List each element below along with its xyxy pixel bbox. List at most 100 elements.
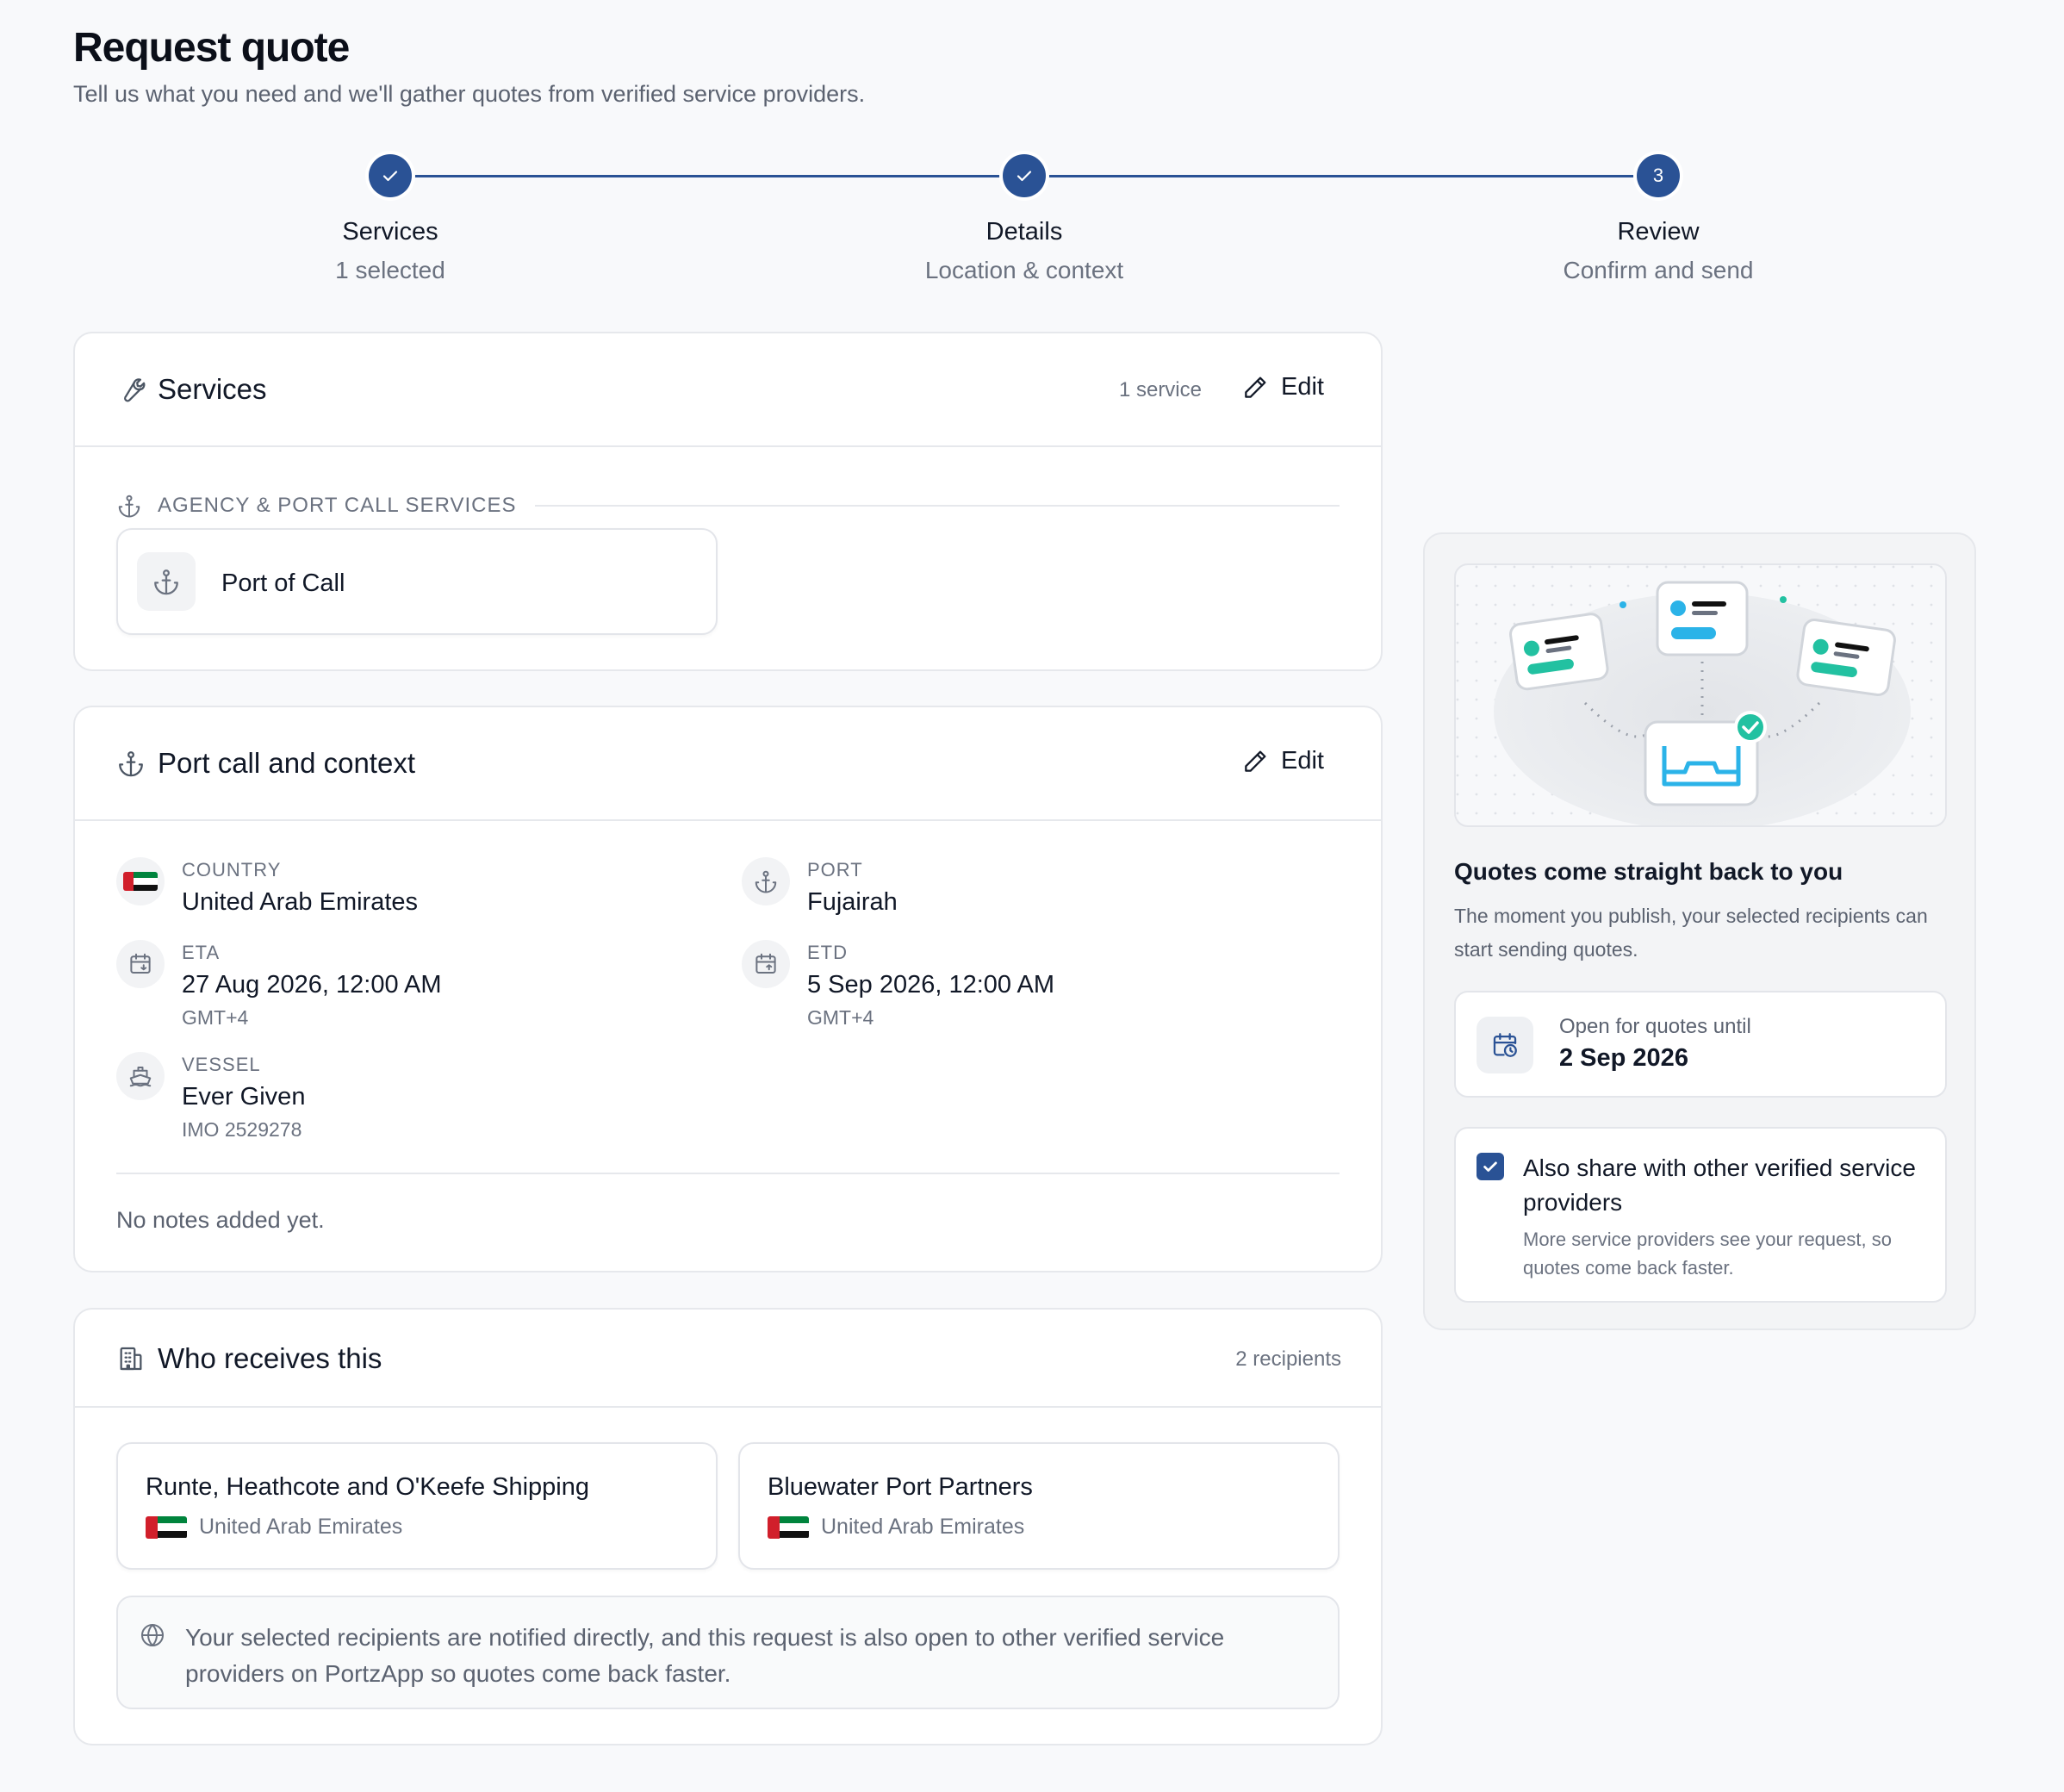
building-icon [120, 1347, 142, 1371]
globe-icon [141, 1624, 164, 1646]
anchor-icon [119, 751, 143, 777]
services-card-header: Services 1 service Edit [75, 333, 1381, 447]
anchor-icon [755, 870, 777, 893]
port-call-card-title: Port call and context [158, 747, 415, 779]
step-label: Details [985, 218, 1063, 246]
check-icon [1483, 1161, 1497, 1172]
recipient-country-label: United Arab Emirates [821, 1515, 1025, 1539]
edit-label: Edit [1281, 747, 1324, 775]
etd-field: ETD 5 Sep 2026, 12:00 AM GMT+4 [742, 940, 1054, 1030]
services-card: Services 1 service Edit AGENCY & PORT CA… [73, 332, 1383, 671]
divider [116, 1173, 1340, 1174]
port-label: PORT [807, 859, 863, 880]
recipient-country: United Arab Emirates [146, 1515, 402, 1540]
quotes-illustration [1454, 563, 1947, 827]
progress-stepper: Services 1 selected Details Location & c… [0, 152, 2064, 298]
port-call-card: Port call and context Edit COUNTRY Unite… [73, 706, 1383, 1272]
divider [535, 505, 1340, 507]
notes-text: No notes added yet. [116, 1207, 325, 1233]
services-card-title: Services [158, 373, 267, 405]
country-field: COUNTRY United Arab Emirates [116, 857, 419, 917]
side-panel-title: Quotes come straight back to you [1454, 858, 1843, 885]
anchor-icon [154, 569, 178, 595]
service-category-row: AGENCY & PORT CALL SERVICES [116, 488, 1340, 523]
step-sublabel: 1 selected [335, 257, 445, 283]
calendar-clock-icon [1493, 1033, 1517, 1057]
country-flag-badge [116, 857, 165, 905]
step-label: Services [342, 218, 438, 246]
country-label: COUNTRY [182, 859, 282, 880]
calendar-clock-badge [1477, 1017, 1533, 1073]
uae-flag-icon [146, 1515, 187, 1539]
uae-flag-icon [123, 872, 158, 891]
vessel-imo: IMO 2529278 [182, 1118, 302, 1141]
page-subtitle: Tell us what you need and we'll gather q… [73, 81, 866, 107]
share-option-box[interactable]: Also share with other verified service p… [1454, 1127, 1947, 1303]
etd-value: 5 Sep 2026, 12:00 AM [807, 971, 1054, 999]
eta-field: ETA 27 Aug 2026, 12:00 AM GMT+4 [116, 940, 442, 1030]
eta-label: ETA [182, 942, 221, 963]
recipients-card-header: Who receives this 2 recipients [75, 1310, 1381, 1408]
recipient-name: Bluewater Port Partners [768, 1473, 1033, 1501]
edit-port-call-button[interactable]: Edit [1241, 747, 1324, 775]
open-for-quotes-label: Open for quotes until [1559, 1015, 1751, 1038]
edit-services-button[interactable]: Edit [1241, 373, 1324, 401]
side-panel-description: The moment you publish, your selected re… [1454, 905, 1928, 961]
etd-timezone: GMT+4 [807, 1006, 874, 1029]
port-icon-badge [742, 857, 790, 905]
check-icon [1003, 154, 1046, 197]
anchor-icon [118, 495, 140, 518]
country-value: United Arab Emirates [182, 888, 419, 916]
edit-label: Edit [1281, 373, 1324, 401]
recipient-country: United Arab Emirates [768, 1515, 1024, 1540]
etd-icon-badge [742, 940, 790, 988]
recipients-count: 2 recipients [1235, 1347, 1341, 1371]
step-services[interactable]: Services 1 selected [218, 152, 563, 284]
ship-icon [129, 1067, 152, 1087]
recipients-info-text: Your selected recipients are notified di… [185, 1624, 1225, 1687]
open-for-quotes-date: 2 Sep 2026 [1559, 1044, 1688, 1072]
share-checkbox[interactable] [1477, 1153, 1504, 1180]
recipient-card[interactable]: Bluewater Port Partners United Arab Emir… [738, 1442, 1340, 1570]
recipients-card-title: Who receives this [158, 1342, 382, 1374]
page-title: Request quote [73, 25, 350, 71]
side-panel: Quotes come straight back to you The mom… [1423, 532, 1976, 1330]
recipient-name: Runte, Heathcote and O'Keefe Shipping [146, 1473, 590, 1501]
recipients-info-box: Your selected recipients are notified di… [116, 1596, 1340, 1709]
service-icon-badge [137, 552, 196, 611]
quotes-illustration-graphic [1456, 565, 1945, 825]
recipient-card[interactable]: Runte, Heathcote and O'Keefe Shipping Un… [116, 1442, 718, 1570]
etd-label: ETD [807, 942, 848, 963]
share-option-description: More service providers see your request,… [1523, 1229, 1892, 1279]
check-icon [369, 154, 412, 197]
pencil-icon [1245, 376, 1266, 398]
services-count: 1 service [1118, 378, 1202, 401]
step-sublabel: Location & context [924, 257, 1124, 283]
vessel-value: Ever Given [182, 1083, 306, 1111]
step-sublabel: Confirm and send [1563, 257, 1754, 283]
eta-value: 27 Aug 2026, 12:00 AM [182, 971, 442, 999]
port-value: Fujairah [807, 888, 898, 916]
calendar-arrival-icon [130, 953, 151, 974]
service-tile-port-of-call[interactable]: Port of Call [116, 528, 718, 635]
vessel-field: VESSEL Ever Given IMO 2529278 [116, 1052, 306, 1142]
step-number: 3 [1637, 154, 1680, 197]
wrench-icon [124, 378, 146, 402]
recipients-card: Who receives this 2 recipients Runte, He… [73, 1308, 1383, 1745]
recipient-country-label: United Arab Emirates [199, 1515, 403, 1539]
port-field: PORT Fujairah [742, 857, 898, 917]
eta-icon-badge [116, 940, 165, 988]
calendar-departure-icon [755, 953, 776, 974]
step-review[interactable]: 3 Review Confirm and send [1486, 152, 1831, 284]
vessel-label: VESSEL [182, 1054, 261, 1075]
pencil-icon [1245, 750, 1266, 772]
port-call-card-header: Port call and context Edit [75, 707, 1381, 821]
service-tile-label: Port of Call [221, 569, 345, 597]
step-label: Review [1617, 218, 1700, 246]
uae-flag-icon [768, 1515, 809, 1539]
eta-timezone: GMT+4 [182, 1006, 249, 1029]
step-details[interactable]: Details Location & context [852, 152, 1197, 284]
share-option-title: Also share with other verified service p… [1523, 1154, 1916, 1216]
service-category-label: AGENCY & PORT CALL SERVICES [158, 494, 517, 517]
open-for-quotes-box: Open for quotes until 2 Sep 2026 [1454, 991, 1947, 1098]
